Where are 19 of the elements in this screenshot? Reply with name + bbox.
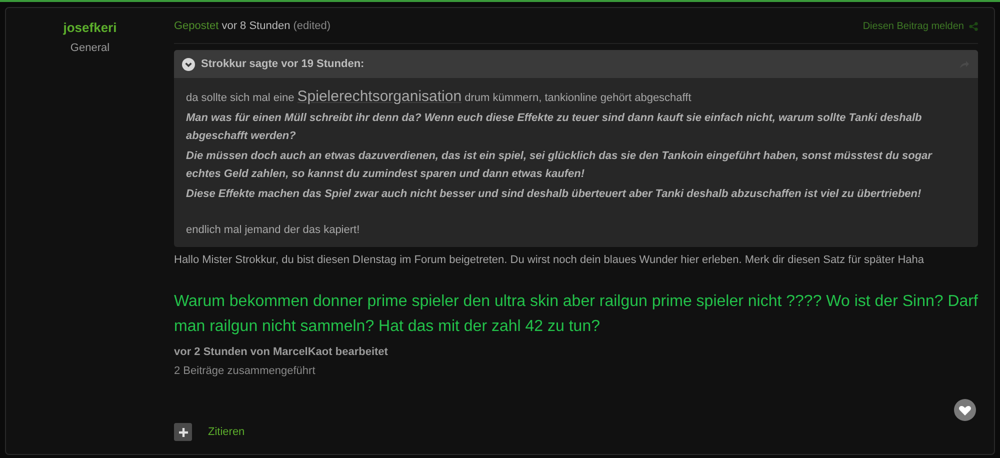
add-button[interactable]	[174, 423, 192, 441]
quote-paragraph: Man was für einen Müll schreibt ihr denn da? Wenn euch diese Effekte zu teuer sind dann kauft sie einfach nicht, warum sollte Tanki deshalb abgeschafft werden?	[186, 111, 923, 144]
report-link[interactable]: Diesen Beitrag melden	[862, 19, 964, 34]
quote-link[interactable]: Zitieren	[208, 424, 245, 440]
edit-note: vor 2 Stunden von MarcelKaot bearbeitet	[174, 344, 389, 360]
author-name[interactable]: josefkeri	[63, 18, 117, 38]
quote-paragraph: Diese Effekte machen das Spiel zwar auch nicht besser und sind deshalb überteuert aber Tanki deshalb abzuschaffen ist viel zu übertrieben!	[186, 187, 922, 202]
merge-note: 2 Beiträge zusammengeführt	[174, 364, 316, 379]
quote-paragraph: endlich mal jemand der das kapiert!	[186, 223, 361, 238]
quote-paragraph: Die müssen doch auch an etwas dazuverdienen, das ist ein spiel, sei glücklich das sie den Tankoin eingeführt haben, sonst müsstest du sogar echtes Geld zahlen, so kannst du zumindest sparen und dann etwas kaufen!	[186, 149, 934, 182]
plus-icon	[178, 428, 188, 436]
post-date: Gepostet vor 8 Stunden (edited)	[174, 19, 331, 34]
reply-text: Hallo Mister Strokkur, du bist diesen DIenstag im Forum beigetreten. Du wirst noch dein blaues Wunder hier erleben. Merk dir diesen Satz für später Haha	[174, 253, 925, 268]
quote-paragraph: da sollte sich mal eine Spielerechtsorganisation drum kümmern, tankionline gehört abgeschafft	[186, 88, 692, 107]
like-button[interactable]	[954, 399, 976, 421]
quote-author: Strokkur sagte vor 19 Stunden:	[201, 56, 364, 72]
question-text: Warum bekommen donner prime spieler den ultra skin aber railgun prime spieler nicht ???? Wo ist der Sinn? Darf man railgun nicht sammeln? Hat das mit der zahl 42 zu tun?	[174, 292, 978, 336]
author-rank: General	[70, 40, 110, 56]
collapse-icon[interactable]	[182, 58, 195, 70]
